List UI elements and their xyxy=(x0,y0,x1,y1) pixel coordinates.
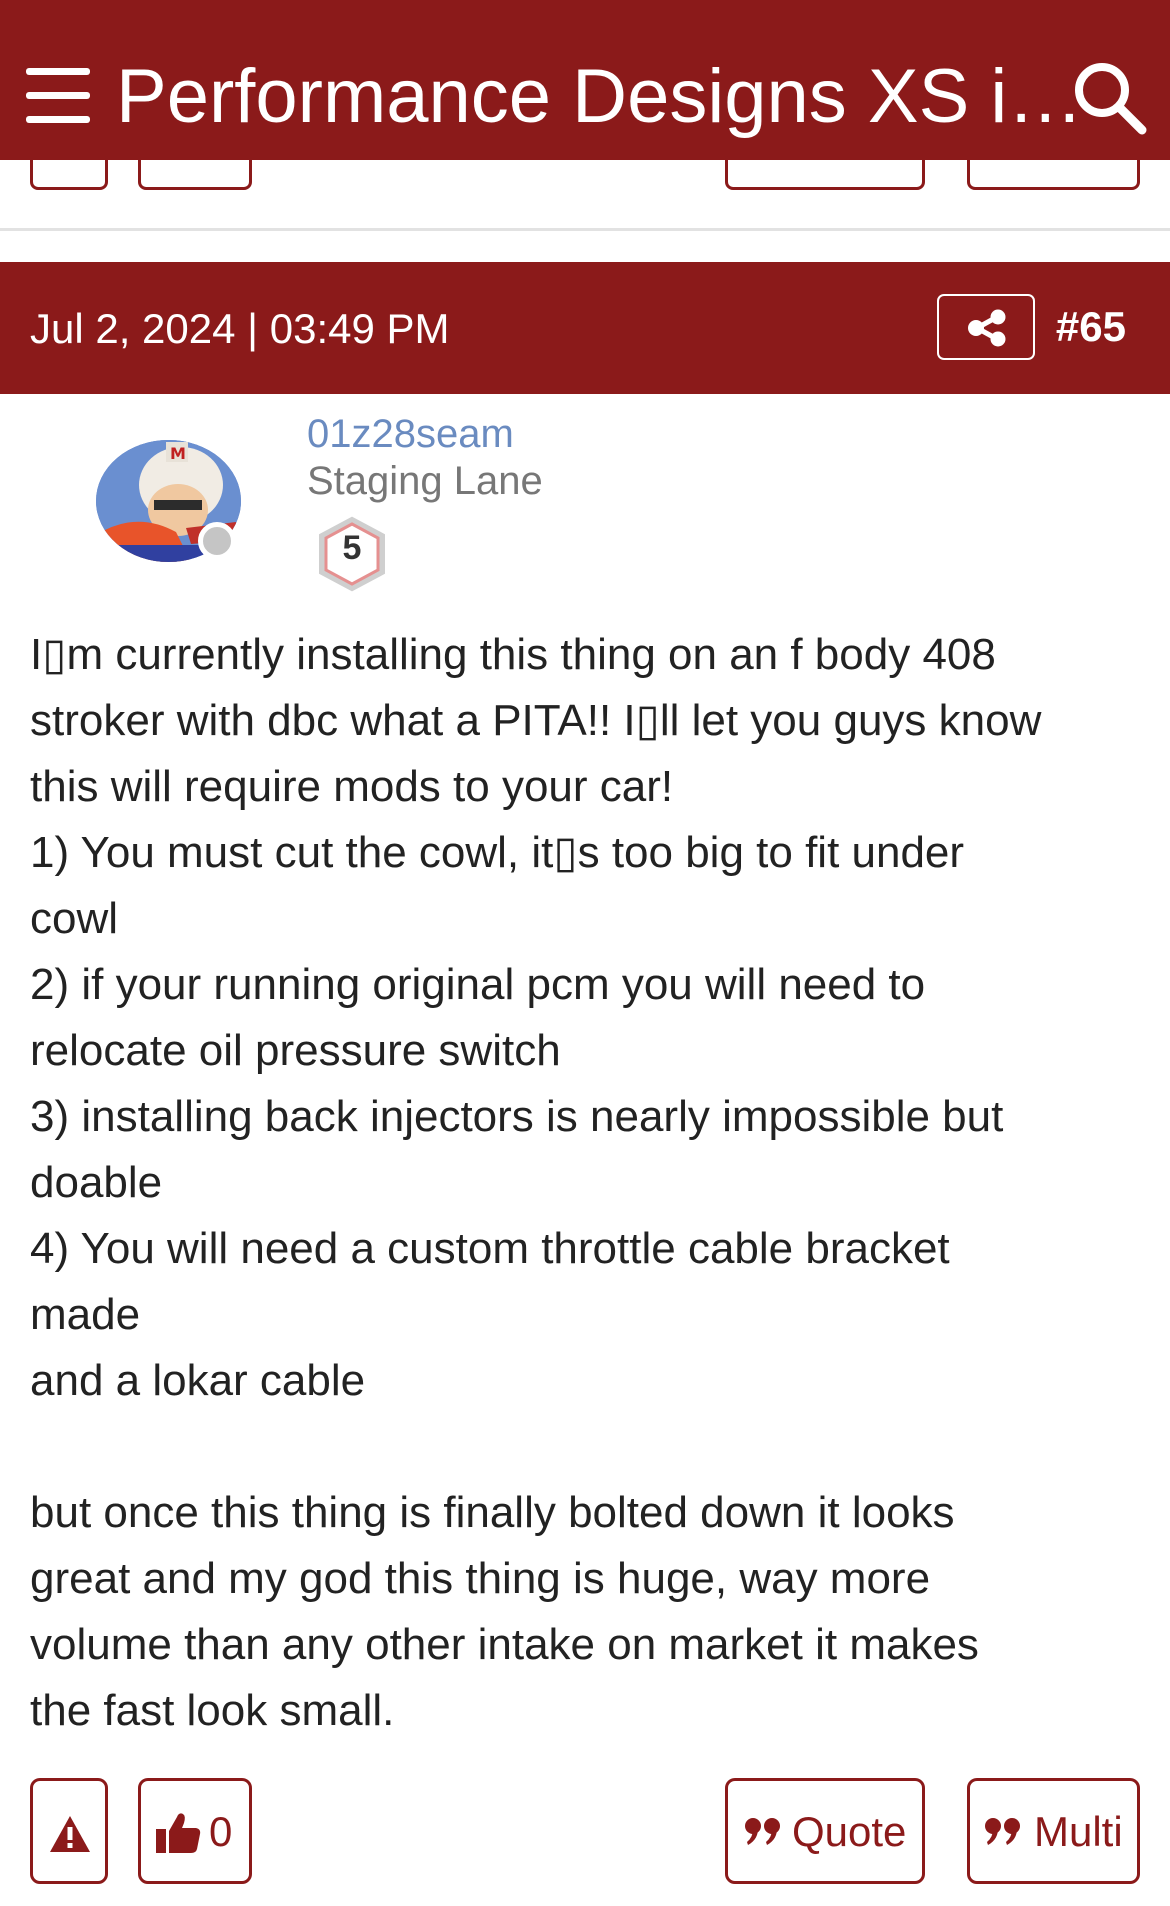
quote-label: Quote xyxy=(792,1808,907,1855)
menu-icon[interactable] xyxy=(26,68,90,124)
body-line: this will require mods to your car! xyxy=(30,762,674,811)
body-line: the fast look small. xyxy=(30,1686,395,1735)
post-header: Jul 2, 2024 | 03:49 PM #65 xyxy=(0,262,1170,394)
warning-icon xyxy=(50,1816,90,1852)
body-line: 3) installing back injectors is nearly i… xyxy=(30,1092,1004,1141)
post-date: Jul 2, 2024 | 03:49 PM xyxy=(30,305,450,352)
rank-number: 5 xyxy=(342,529,362,567)
user-title: Staging Lane xyxy=(307,459,543,503)
body-blank-line xyxy=(30,1414,1150,1480)
search-icon[interactable] xyxy=(1072,60,1148,136)
like-button[interactable]: 0 xyxy=(138,1778,252,1884)
rank-badge: 5 xyxy=(312,514,392,594)
body-line: volume than any other intake on market i… xyxy=(30,1620,979,1669)
post-number[interactable]: #65 xyxy=(1056,302,1126,352)
body-line: I▯m currently installing this thing on a… xyxy=(30,630,996,679)
online-status-indicator xyxy=(198,522,236,560)
body-line: and a lokar cable xyxy=(30,1356,366,1405)
post-divider xyxy=(0,228,1170,231)
post-body: I▯m currently installing this thing on a… xyxy=(30,622,1150,1744)
username-link[interactable]: 01z28seam xyxy=(307,410,514,458)
body-line: made xyxy=(30,1290,141,1339)
page-title: Performance Designs XS i… xyxy=(116,54,1084,139)
quote-button[interactable]: Quote xyxy=(725,1778,925,1884)
share-icon xyxy=(968,309,1006,347)
multi-label: Multi xyxy=(1034,1808,1123,1855)
body-line: cowl xyxy=(30,894,119,943)
report-button[interactable] xyxy=(30,1778,108,1884)
body-line: relocate oil pressure switch xyxy=(30,1026,561,1075)
quote-icon xyxy=(745,1818,780,1845)
share-button[interactable] xyxy=(937,294,1035,360)
body-line: 1) You must cut the cowl, it▯s too big t… xyxy=(30,828,965,877)
thumbs-up-icon xyxy=(156,1813,201,1853)
body-line: doable xyxy=(30,1158,163,1207)
body-line: 4) You will need a custom throttle cable… xyxy=(30,1224,950,1273)
multi-quote-button[interactable]: Multi xyxy=(967,1778,1140,1884)
body-line: but once this thing is finally bolted do… xyxy=(30,1488,955,1537)
svg-text:M: M xyxy=(170,444,186,463)
quote-icon xyxy=(985,1818,1020,1845)
body-line: stroker with dbc what a PITA!! I▯ll let … xyxy=(30,696,1042,745)
body-line: 2) if your running original pcm you will… xyxy=(30,960,926,1009)
body-line: great and my god this thing is huge, way… xyxy=(30,1554,931,1603)
top-app-bar: Performance Designs XS i… xyxy=(0,0,1170,160)
like-count: 0 xyxy=(209,1808,233,1855)
